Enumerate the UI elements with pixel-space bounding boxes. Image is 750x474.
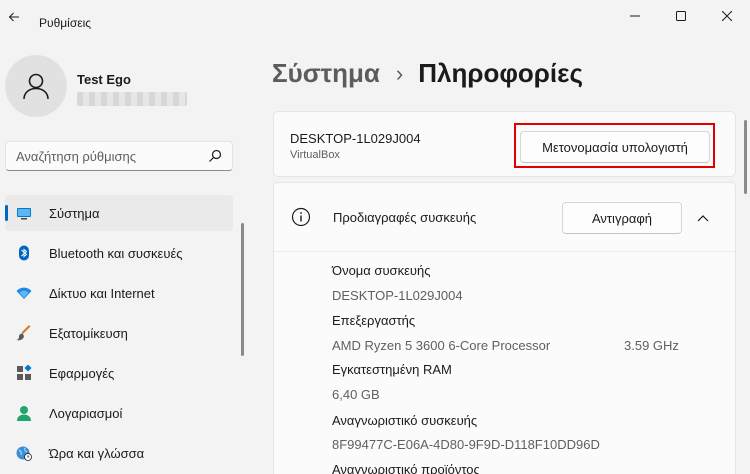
selection-indicator (5, 205, 8, 221)
spec-value-processor: AMD Ryzen 5 3600 6-Core Processor (332, 338, 551, 353)
chevron-right-icon: › (395, 60, 404, 86)
app-title: Ρυθμίσεις (39, 16, 92, 30)
back-button[interactable] (2, 6, 26, 28)
close-button[interactable] (704, 0, 750, 32)
search-box (5, 141, 233, 171)
nav-item-time-language[interactable]: Ώρα και γλώσσα (5, 435, 233, 471)
spec-value-ram: 6,40 GB (332, 387, 380, 402)
bluetooth-icon (16, 245, 32, 261)
spec-label-device-id: Αναγνωριστικό συσκευής (332, 413, 478, 428)
brush-icon (16, 325, 32, 341)
spec-value-device-id: 8F99477C-E06A-4D80-9F9D-D118F10DD96D (332, 437, 600, 452)
network-icon (16, 285, 32, 301)
title-bar: Ρυθμίσεις (0, 0, 750, 32)
accounts-icon (16, 405, 32, 421)
breadcrumb-parent[interactable]: Σύστημα (272, 58, 380, 89)
spec-label-device-name: Όνομα συσκευής (332, 263, 431, 278)
nav-item-apps[interactable]: Εφαρμογές (5, 355, 233, 391)
nav-label: Δίκτυο και Internet (49, 286, 155, 301)
device-specs-card: Προδιαγραφές συσκευής Αντιγραφή Όνομα συ… (273, 182, 736, 474)
maximize-icon (676, 11, 686, 21)
avatar[interactable] (5, 55, 67, 117)
content-scrollbar[interactable] (744, 120, 747, 194)
page-title: Πληροφορίες (418, 58, 583, 88)
specs-header[interactable]: Προδιαγραφές συσκευής Αντιγραφή (274, 183, 737, 251)
divider (274, 251, 735, 252)
user-icon (23, 73, 49, 100)
device-name: DESKTOP-1L029J004 (290, 131, 421, 146)
spec-label-processor: Επεξεργαστής (332, 313, 416, 328)
close-icon (722, 11, 732, 21)
rename-pc-button[interactable]: Μετονομασία υπολογιστή (520, 131, 710, 163)
nav-item-network[interactable]: Δίκτυο και Internet (5, 275, 233, 311)
search-icon[interactable] (208, 149, 222, 163)
user-email-redacted (77, 92, 187, 106)
nav-item-bluetooth[interactable]: Bluetooth και συσκευές (5, 235, 233, 271)
minimize-button[interactable] (612, 0, 658, 32)
specs-title: Προδιαγραφές συσκευής (333, 210, 477, 225)
copy-button[interactable]: Αντιγραφή (562, 202, 682, 234)
back-arrow-icon (8, 12, 19, 22)
nav-label: Εξατομίκευση (49, 326, 128, 341)
spec-label-product-id: Αναγνωριστικό προϊόντος (332, 462, 480, 474)
chevron-up-icon (697, 215, 709, 222)
nav-item-personalization[interactable]: Εξατομίκευση (5, 315, 233, 351)
time-language-icon (16, 445, 32, 461)
nav-label: Bluetooth και συσκευές (49, 246, 183, 261)
device-card: DESKTOP-1L029J004 VirtualBox Μετονομασία… (273, 111, 736, 177)
nav-label: Λογαριασμοί (49, 406, 123, 421)
breadcrumb: Σύστημα › Πληροφορίες (272, 58, 583, 89)
search-input[interactable] (6, 142, 206, 170)
spec-value-device-name: DESKTOP-1L029J004 (332, 288, 463, 303)
spec-label-ram: Εγκατεστημένη RAM (332, 362, 452, 377)
collapse-button[interactable] (692, 207, 714, 229)
user-name: Test Ego (77, 72, 131, 87)
system-icon (16, 205, 32, 221)
device-model: VirtualBox (290, 149, 340, 161)
apps-icon (16, 365, 32, 381)
nav-label: Ώρα και γλώσσα (49, 446, 145, 461)
sidebar-scrollbar[interactable] (241, 223, 244, 356)
info-icon (291, 207, 311, 227)
minimize-icon (630, 15, 640, 17)
nav-label: Σύστημα (49, 206, 100, 221)
nav-item-system[interactable]: Σύστημα (5, 195, 233, 231)
nav-item-accounts[interactable]: Λογαριασμοί (5, 395, 233, 431)
nav-label: Εφαρμογές (49, 366, 115, 381)
maximize-button[interactable] (658, 0, 704, 32)
spec-value-processor-speed: 3.59 GHz (624, 338, 679, 353)
